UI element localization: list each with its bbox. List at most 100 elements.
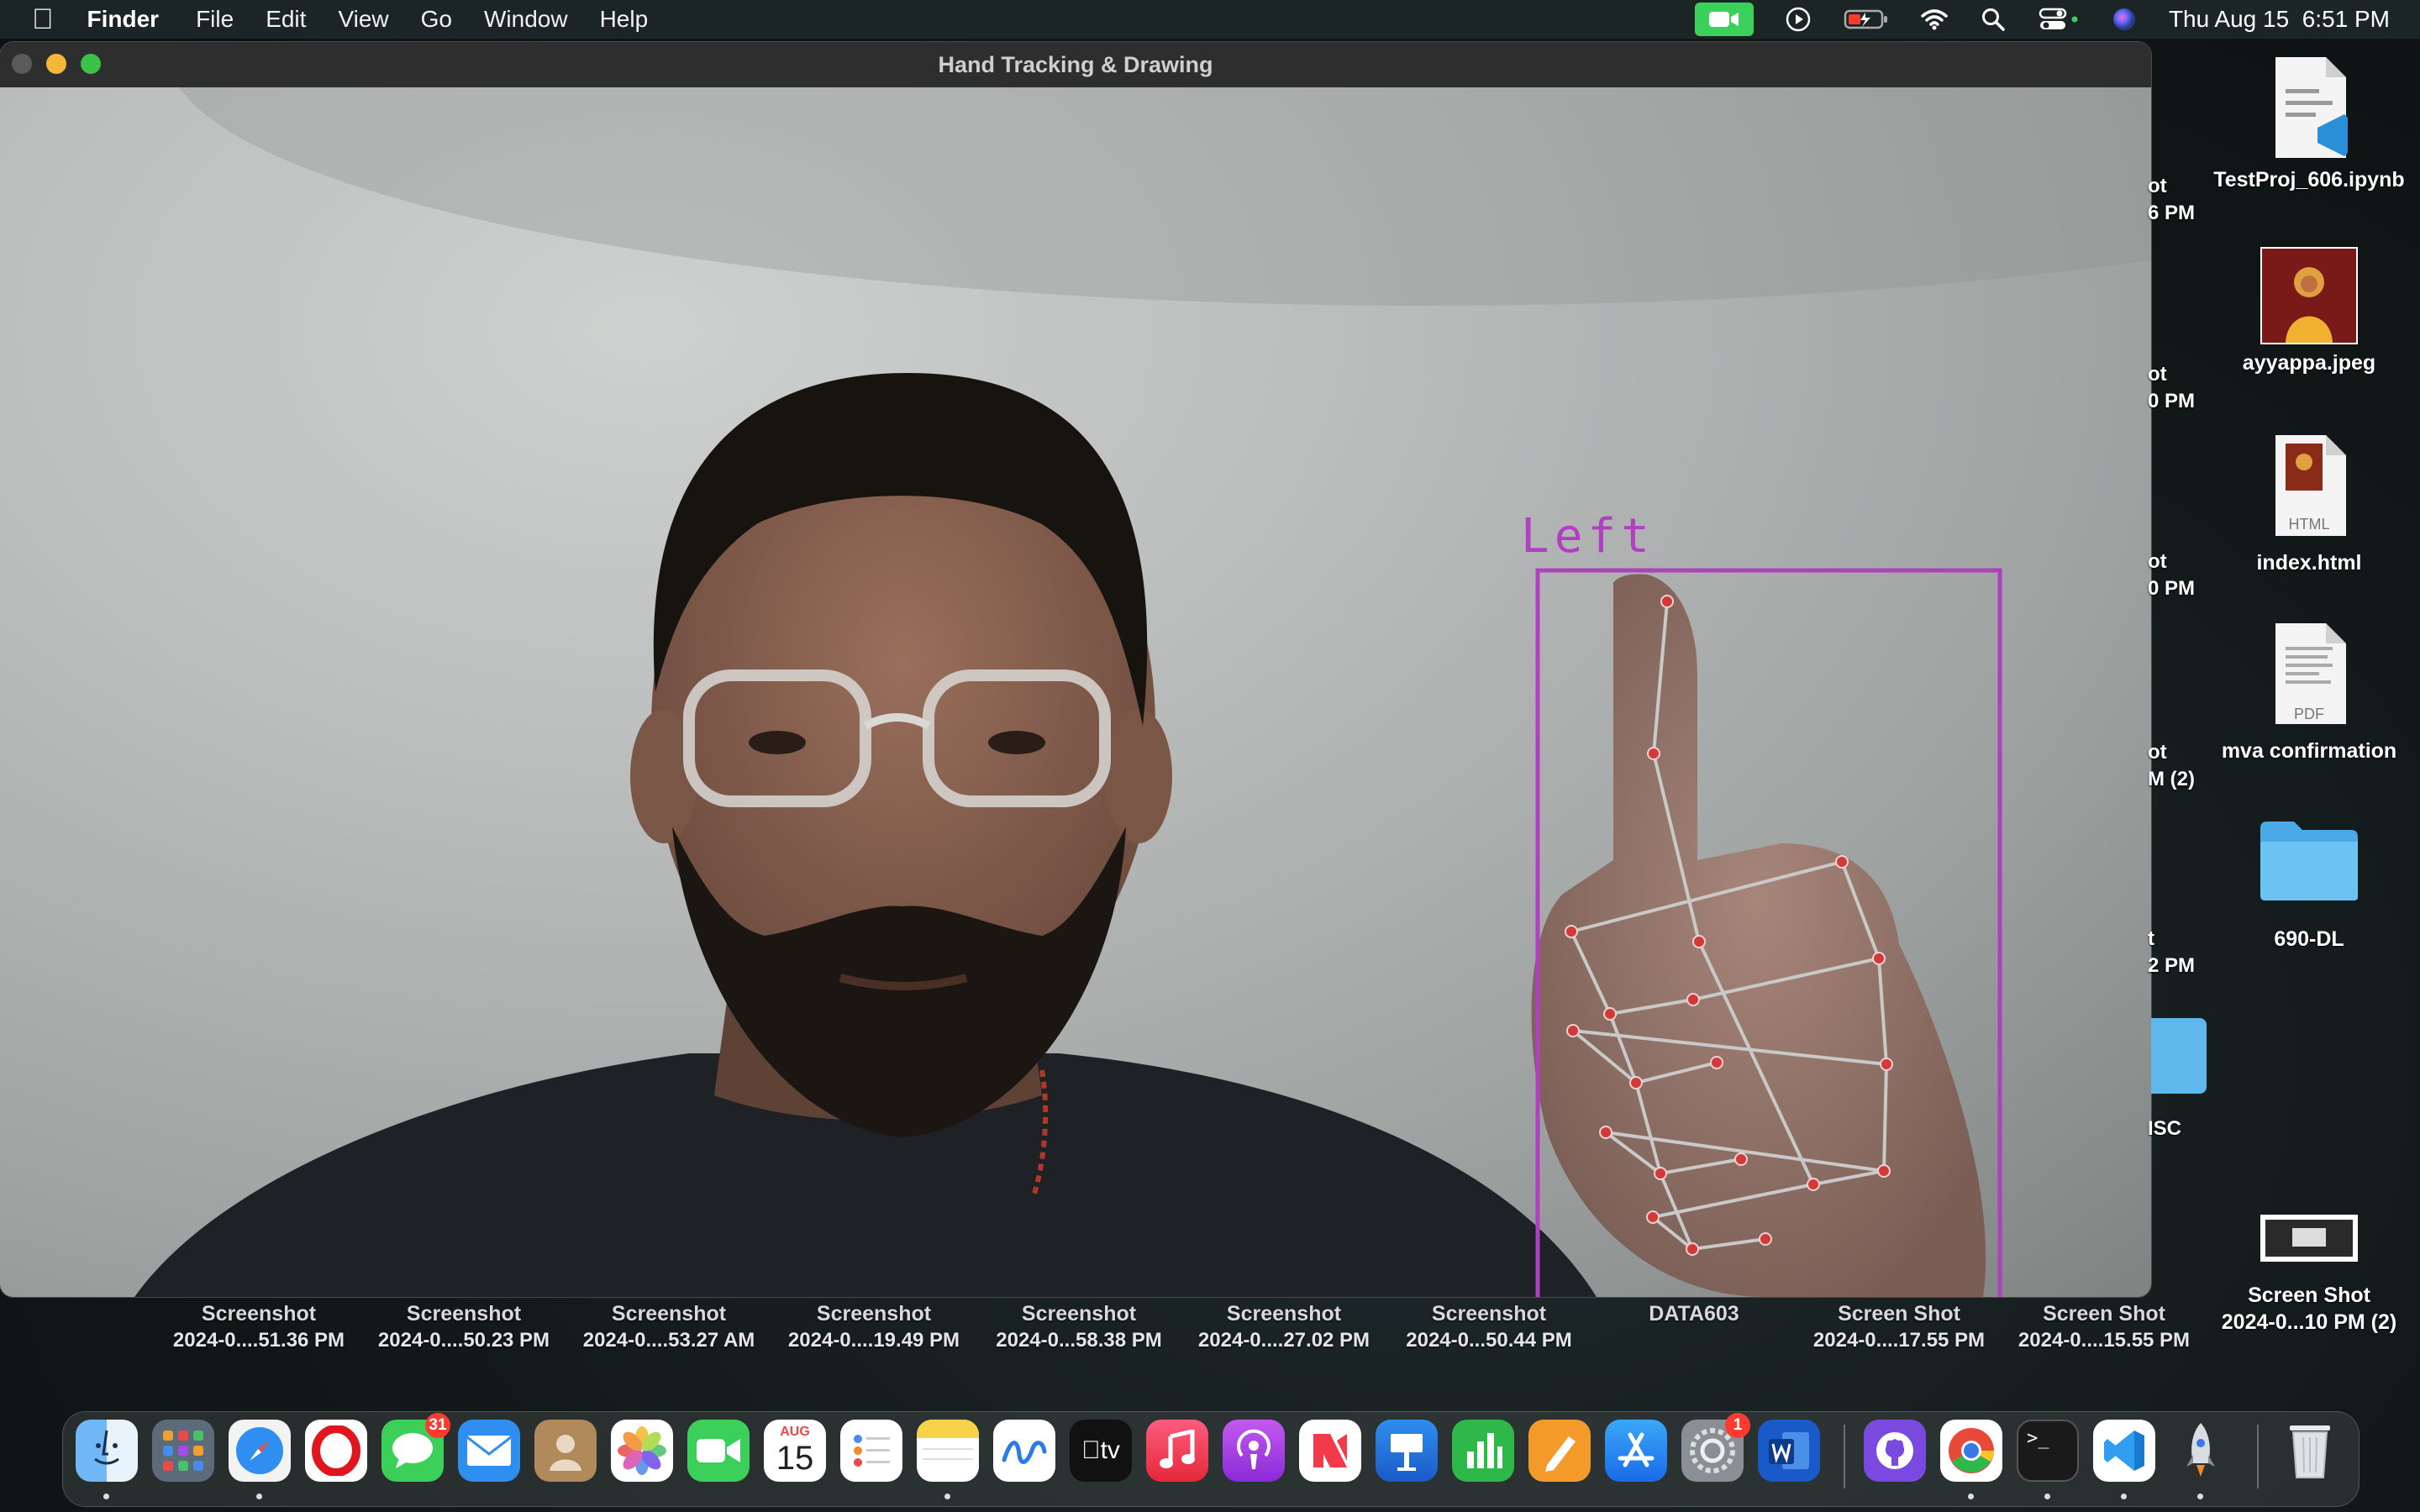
dock-terminal-icon[interactable]: >_	[2017, 1420, 2079, 1482]
dock-trash-icon[interactable]	[2279, 1420, 2341, 1482]
dock-pages-icon[interactable]	[1528, 1420, 1591, 1482]
app-menu-finder[interactable]: Finder	[87, 6, 160, 33]
desktop-item-label: mva confirmation	[2221, 739, 2397, 763]
desktop-file-label[interactable]: Screenshot 2024-0...50.44 PM	[1388, 1300, 1590, 1354]
dock-reminders-icon[interactable]	[840, 1420, 902, 1482]
dock-keynote-icon[interactable]	[1376, 1420, 1438, 1482]
play-circle-icon[interactable]	[1784, 5, 1812, 34]
partial-desktop-label[interactable]: 0 PM	[2148, 577, 2195, 601]
menu-view[interactable]: View	[338, 6, 388, 33]
file-name: Screen Shot	[1838, 1302, 1960, 1326]
dock-system-settings-icon[interactable]: 1	[1681, 1413, 1750, 1482]
terminal-prompt-icon: >_	[2027, 1428, 2049, 1449]
dock-calendar-icon[interactable]: AUG 15	[764, 1420, 826, 1482]
dock-mail-icon[interactable]	[458, 1420, 520, 1482]
siri-icon[interactable]	[2110, 5, 2139, 34]
desktop-item-mva-confirmation[interactable]: PDF mva confirmation	[2212, 622, 2406, 764]
partial-desktop-label[interactable]: ot	[2148, 175, 2167, 198]
partial-desktop-label[interactable]: ISC	[2148, 1117, 2181, 1141]
partial-desktop-label[interactable]: ot	[2148, 550, 2167, 574]
partial-desktop-label[interactable]: 6 PM	[2148, 202, 2195, 225]
window-titlebar[interactable]: Hand Tracking & Drawing	[0, 42, 2151, 88]
file-name: Screen Shot	[2043, 1302, 2165, 1326]
file-name-line2: 2024-0....27.02 PM	[1197, 1329, 1370, 1352]
running-indicator	[944, 1494, 950, 1499]
file-name: Screenshot	[816, 1302, 932, 1326]
dock-apple-tv-icon[interactable]: tv	[1070, 1420, 1132, 1482]
dock-contacts-icon[interactable]	[534, 1420, 597, 1482]
partial-desktop-label[interactable]: 0 PM	[2148, 390, 2195, 413]
running-indicator	[103, 1494, 109, 1499]
file-name-line2: 2024-0....53.27 AM	[582, 1329, 755, 1352]
apple-menu-icon[interactable]: 	[32, 3, 54, 36]
minimize-window-button[interactable]	[46, 54, 66, 74]
menu-bar-clock[interactable]: Thu Aug 15 6:51 PM	[2169, 6, 2390, 33]
partial-desktop-label[interactable]: ot	[2148, 741, 2167, 764]
menu-go[interactable]: Go	[421, 6, 452, 33]
zoom-window-button[interactable]	[81, 54, 101, 74]
desktop-file-label[interactable]: Screenshot 2024-0....19.49 PM	[773, 1300, 975, 1354]
file-name: DATA603	[1649, 1302, 1739, 1326]
desktop-file-label[interactable]: Screenshot 2024-0....51.36 PM	[158, 1300, 360, 1354]
dock-safari-icon[interactable]	[229, 1420, 291, 1482]
dock-google-chrome-icon[interactable]	[1940, 1420, 2002, 1482]
dock-photos-icon[interactable]	[611, 1420, 673, 1482]
dock-messages-icon[interactable]: 31	[381, 1413, 450, 1482]
desktop-item-ayyappa[interactable]: ayyappa.jpeg	[2212, 247, 2406, 376]
dock-facetime-icon[interactable]	[687, 1420, 750, 1482]
desktop-file-label[interactable]: Screenshot 2024-0....27.02 PM	[1183, 1300, 1385, 1354]
battery-charging-icon[interactable]	[1843, 5, 1890, 34]
partial-desktop-label[interactable]: ot	[2148, 363, 2167, 386]
spotlight-search-icon[interactable]	[1979, 5, 2007, 34]
partial-folder-icon[interactable]	[2151, 1018, 2207, 1094]
desktop-item-label: index.html	[2256, 551, 2362, 575]
desktop-file-label[interactable]: Screenshot 2024-0...58.38 PM	[978, 1300, 1180, 1354]
file-name-line2: 2024-0....19.49 PM	[787, 1329, 960, 1352]
file-name-line2: 2024-0....17.55 PM	[1812, 1329, 1986, 1352]
desktop-item-label: ayyappa.jpeg	[2242, 351, 2376, 375]
running-indicator	[2121, 1494, 2127, 1499]
dock-freeform-icon[interactable]	[993, 1420, 1055, 1482]
partial-desktop-label[interactable]: 2 PM	[2148, 954, 2195, 978]
close-window-button[interactable]	[12, 54, 32, 74]
dock-visual-studio-code-icon[interactable]	[2093, 1420, 2155, 1482]
partial-desktop-label[interactable]: t	[2148, 927, 2154, 951]
file-type-badge: HTML	[2288, 516, 2330, 533]
window-title: Hand Tracking & Drawing	[938, 51, 1213, 77]
dock-github-desktop-icon[interactable]	[1864, 1420, 1926, 1482]
desktop-item-690-dl[interactable]: 690-DL	[2212, 816, 2406, 953]
desktop-item-testproj[interactable]: TestProj_606.ipynb	[2212, 55, 2406, 193]
camera-in-use-icon[interactable]	[1694, 3, 1754, 36]
dock-finder-icon[interactable]	[76, 1420, 138, 1482]
dock-notes-icon[interactable]	[917, 1420, 979, 1482]
file-name: Screenshot	[406, 1302, 522, 1326]
dock-news-icon[interactable]	[1299, 1420, 1361, 1482]
menu-file[interactable]: File	[196, 6, 234, 33]
control-center-icon[interactable]	[2038, 5, 2080, 34]
desktop-item-index-html[interactable]: HTML index.html	[2212, 433, 2406, 576]
dock-podcasts-icon[interactable]	[1223, 1420, 1285, 1482]
menu-edit[interactable]: Edit	[266, 6, 306, 33]
dock-music-icon[interactable]	[1146, 1420, 1208, 1482]
desktop-item-screen-shot[interactable]: Screen Shot 2024-0...10 PM (2)	[2212, 1213, 2406, 1336]
partial-desktop-label[interactable]: M (2)	[2148, 768, 2195, 791]
screenshot-file-icon	[2260, 1215, 2358, 1262]
dock-opera-icon[interactable]	[305, 1420, 367, 1482]
desktop-file-label[interactable]: Screen Shot 2024-0....17.55 PM	[1798, 1300, 2000, 1354]
file-name-line2: 2024-0....51.36 PM	[172, 1329, 345, 1352]
dock-launchpad-icon[interactable]	[152, 1420, 214, 1482]
dock-microsoft-word-icon[interactable]	[1758, 1420, 1820, 1482]
running-indicator	[1968, 1494, 1974, 1499]
desktop-file-label[interactable]: Screenshot 2024-0....50.23 PM	[363, 1300, 565, 1354]
menu-bar:  Finder File Edit View Go Window Help T…	[0, 0, 2420, 39]
desktop-file-label[interactable]: Screen Shot 2024-0....15.55 PM	[2003, 1300, 2205, 1354]
menu-window[interactable]: Window	[484, 6, 568, 33]
desktop-file-label[interactable]: Screenshot 2024-0....53.27 AM	[568, 1300, 770, 1354]
desktop-item-label: TestProj_606.ipynb	[2213, 168, 2405, 192]
dock-app-store-icon[interactable]	[1605, 1420, 1667, 1482]
dock-numbers-icon[interactable]	[1452, 1420, 1514, 1482]
menu-help[interactable]: Help	[600, 6, 649, 33]
desktop-file-label[interactable]: DATA603	[1593, 1300, 1795, 1327]
dock-rocket-icon[interactable]	[2170, 1420, 2232, 1482]
wifi-icon[interactable]	[1920, 5, 1949, 34]
